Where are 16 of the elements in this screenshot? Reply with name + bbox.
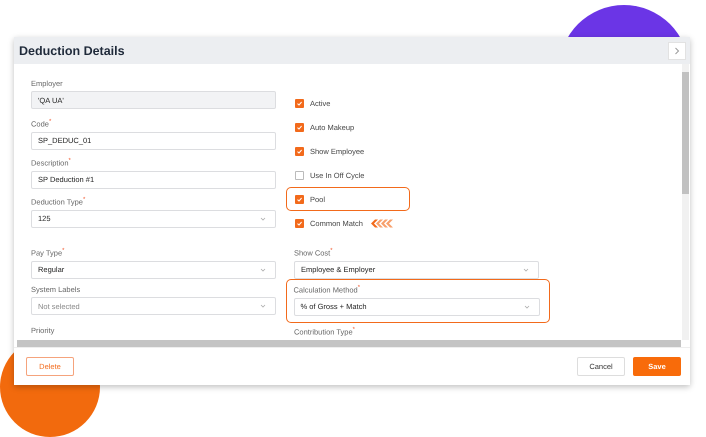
scrollbar[interactable] <box>682 64 689 340</box>
caret-icon <box>260 216 266 220</box>
checkbox[interactable] <box>295 194 304 204</box>
checkbox[interactable] <box>295 122 304 132</box>
checkbox[interactable] <box>295 146 304 156</box>
caret-icon <box>260 268 266 272</box>
chevron-right-icon <box>674 46 680 54</box>
caret-icon <box>260 304 266 308</box>
dialog-title: Deduction Details <box>19 44 125 58</box>
caret-icon <box>523 268 529 272</box>
checkbox[interactable] <box>295 98 304 108</box>
checkbox[interactable] <box>295 170 304 180</box>
checkbox[interactable] <box>295 218 304 228</box>
collapse-button[interactable] <box>668 42 686 60</box>
caret-icon <box>524 304 530 308</box>
scrollbar[interactable] <box>17 340 681 347</box>
